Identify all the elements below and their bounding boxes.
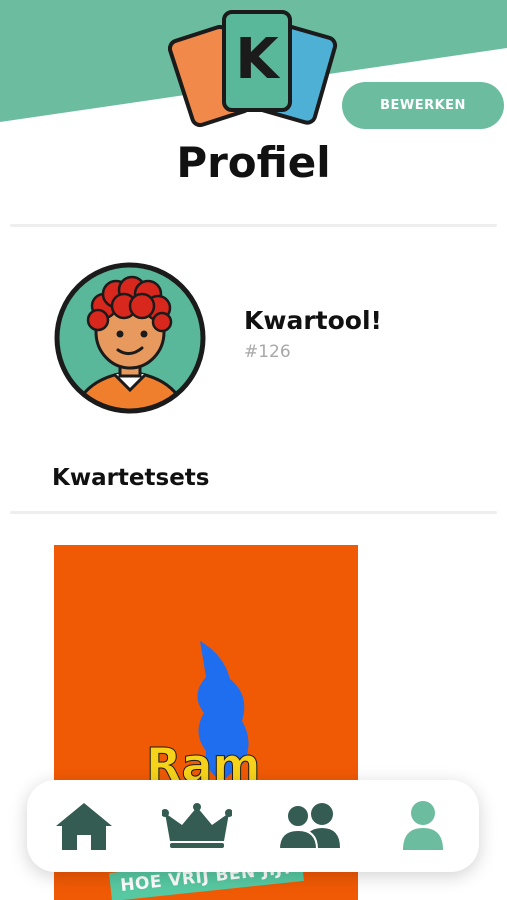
- group-icon: [277, 803, 340, 850]
- profile-name: Kwartool!: [244, 306, 382, 335]
- logo-letter: K: [235, 27, 281, 92]
- nav-ranking[interactable]: [157, 791, 237, 861]
- edit-profile-button[interactable]: BEWERKEN: [342, 82, 504, 129]
- avatar[interactable]: [52, 260, 208, 416]
- page-title: Profiel: [176, 138, 331, 187]
- nav-home[interactable]: [44, 791, 124, 861]
- nav-profile[interactable]: [383, 791, 463, 861]
- k-cards-logo-icon: K: [168, 10, 338, 128]
- crown-icon: [161, 803, 232, 848]
- user-icon: [402, 801, 443, 850]
- divider: [10, 224, 497, 227]
- nav-friends[interactable]: [270, 791, 350, 861]
- divider: [10, 511, 497, 514]
- section-title-sets: Kwartetsets: [52, 465, 210, 491]
- home-icon: [55, 803, 112, 850]
- profile-id: #126: [244, 342, 291, 362]
- bottom-nav: [27, 780, 479, 872]
